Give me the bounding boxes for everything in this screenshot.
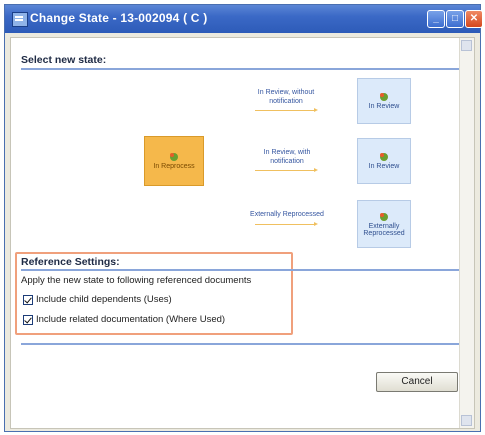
- lifecycle-state-icon: [170, 153, 178, 161]
- apply-state-text: Apply the new state to following referen…: [21, 275, 252, 286]
- scroll-down-arrow[interactable]: [461, 415, 472, 426]
- include-child-dependents-option[interactable]: Include child dependents (Uses): [23, 294, 172, 305]
- transition-label[interactable]: In Review, with notification: [247, 148, 327, 166]
- transition-arrow: [255, 168, 318, 172]
- footer-divider: [21, 343, 459, 345]
- select-new-state-heading: Select new state:: [21, 54, 107, 66]
- include-related-documentation-label: Include related documentation (Where Use…: [36, 314, 226, 325]
- scroll-up-arrow[interactable]: [461, 40, 472, 51]
- lifecycle-state-icon: [380, 93, 388, 101]
- target-state-externally-reprocessed[interactable]: Externally Reprocessed: [357, 200, 411, 248]
- vertical-scrollbar[interactable]: [459, 38, 474, 428]
- cancel-button[interactable]: Cancel: [376, 372, 458, 392]
- include-related-documentation-option[interactable]: Include related documentation (Where Use…: [23, 314, 225, 325]
- transition-label[interactable]: In Review, without notification: [243, 88, 329, 106]
- target-state-in-review-1[interactable]: In Review: [357, 78, 411, 124]
- current-state-label: In Reprocess: [153, 163, 195, 170]
- current-state-box: In Reprocess: [144, 136, 204, 186]
- window-app-icon: [12, 12, 28, 27]
- window-title: Change State - 13-002094 ( C ): [30, 11, 208, 25]
- transition-arrow: [255, 108, 318, 112]
- minimize-button[interactable]: _: [427, 10, 445, 28]
- title-bar[interactable]: Change State - 13-002094 ( C ) _ □ ✕: [5, 5, 483, 33]
- transition-label[interactable]: Externally Reprocessed: [237, 210, 337, 219]
- include-child-dependents-label: Include child dependents (Uses): [36, 294, 172, 305]
- change-state-dialog: Change State - 13-002094 ( C ) _ □ ✕ Sel…: [4, 4, 483, 432]
- transition-arrow: [255, 222, 318, 226]
- close-button[interactable]: ✕: [465, 10, 483, 28]
- section-divider: [21, 68, 459, 70]
- dialog-body: Select new state: In Reprocess In Review…: [10, 37, 475, 429]
- reference-settings-heading: Reference Settings:: [21, 256, 120, 268]
- target-state-in-review-2[interactable]: In Review: [357, 138, 411, 184]
- include-child-dependents-checkbox[interactable]: [23, 294, 33, 305]
- lifecycle-state-icon: [380, 153, 388, 161]
- lifecycle-state-icon: [380, 213, 388, 221]
- include-related-documentation-checkbox[interactable]: [23, 314, 33, 325]
- maximize-button[interactable]: □: [446, 10, 464, 28]
- section-divider: [21, 269, 459, 271]
